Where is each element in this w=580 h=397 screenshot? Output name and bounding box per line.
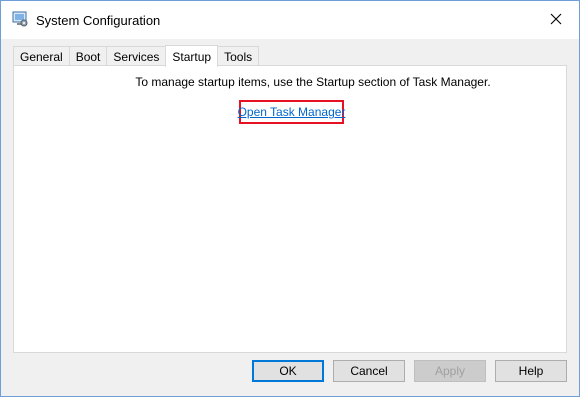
ok-button[interactable]: OK [252, 360, 324, 382]
cancel-button[interactable]: Cancel [333, 360, 405, 382]
help-button[interactable]: Help [495, 360, 567, 382]
startup-tab-panel: To manage startup items, use the Startup… [13, 65, 567, 353]
apply-button: Apply [414, 360, 486, 382]
close-icon [550, 13, 562, 28]
computer-settings-icon [12, 11, 28, 27]
tab-startup[interactable]: Startup [165, 45, 219, 67]
system-configuration-window: System Configuration General Boot Servic… [0, 0, 580, 397]
tab-strip: General Boot Services Startup Tools [13, 45, 260, 67]
tab-services[interactable]: Services [106, 46, 167, 66]
close-button[interactable] [533, 1, 579, 39]
tab-tools[interactable]: Tools [217, 46, 260, 66]
tab-boot[interactable]: Boot [68, 46, 108, 66]
startup-info-text: To manage startup items, use the Startup… [135, 75, 491, 89]
open-task-manager-link[interactable]: Open Task Manager [238, 100, 345, 124]
dialog-button-row: OK Cancel Apply Help [1, 360, 579, 382]
tab-general[interactable]: General [13, 46, 70, 66]
window-title: System Configuration [36, 13, 161, 28]
title-bar[interactable]: System Configuration [1, 1, 579, 39]
